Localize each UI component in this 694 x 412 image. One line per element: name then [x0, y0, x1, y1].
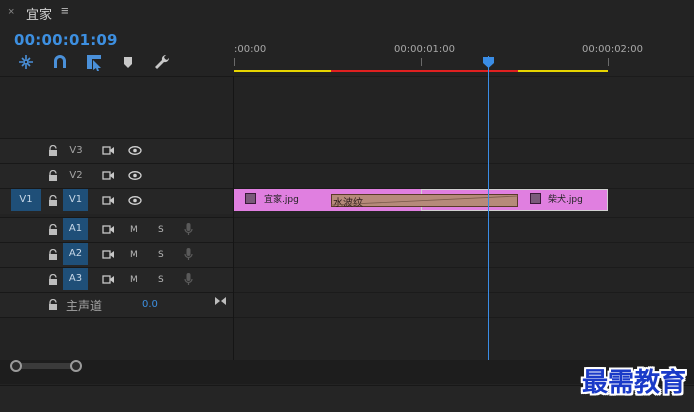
track-lane-master[interactable]: [234, 292, 694, 318]
lock-icon[interactable]: [48, 249, 58, 261]
watermark-logo: 最需教育: [581, 368, 686, 398]
solo-button[interactable]: S: [158, 225, 164, 235]
ruler-tick: [421, 58, 422, 66]
lock-icon[interactable]: [48, 224, 58, 236]
track-header-a2: [0, 242, 233, 268]
ruler-tick: [608, 58, 609, 66]
snap-magnet-icon[interactable]: [50, 52, 70, 72]
go-to-in-out-icon[interactable]: [214, 296, 227, 306]
zoom-handle-left[interactable]: [10, 360, 22, 372]
track-lane-v3[interactable]: [234, 138, 694, 164]
lock-icon[interactable]: [48, 195, 58, 207]
zoom-handle-right[interactable]: [70, 360, 82, 372]
track-lane-a1[interactable]: [234, 217, 694, 243]
track-header-filler: [0, 317, 233, 361]
track-target-v1[interactable]: V1: [63, 189, 88, 211]
microphone-icon[interactable]: [184, 222, 193, 236]
lock-icon[interactable]: [48, 274, 58, 286]
toggle-sync-lock-icon[interactable]: [102, 249, 115, 260]
fx-badge-icon: [530, 193, 541, 204]
track-name[interactable]: V2: [65, 170, 87, 181]
track-header-a1: [0, 217, 233, 243]
nest-sequence-icon[interactable]: [16, 52, 36, 72]
sequence-tab-title[interactable]: 宜家: [26, 4, 52, 23]
toggle-sync-lock-icon[interactable]: [102, 274, 115, 285]
track-target-a2[interactable]: A2: [63, 243, 88, 265]
master-volume-value[interactable]: 0.0: [142, 299, 158, 310]
mute-button[interactable]: M: [130, 250, 138, 260]
ruler-tick: [234, 58, 235, 66]
master-track-label: 主声道: [66, 299, 103, 313]
microphone-icon[interactable]: [184, 247, 193, 261]
add-marker-icon[interactable]: [118, 52, 138, 72]
track-target-a3[interactable]: A3: [63, 268, 88, 290]
track-header-a3: [0, 267, 233, 293]
solo-button[interactable]: S: [158, 250, 164, 260]
track-header-v2: [0, 163, 233, 189]
toggle-sync-lock-icon[interactable]: [102, 195, 115, 206]
zoom-scroll-track[interactable]: [14, 363, 76, 369]
eye-icon[interactable]: [128, 146, 142, 155]
toggle-sync-lock-icon[interactable]: [102, 145, 115, 156]
track-lane-a3[interactable]: [234, 267, 694, 293]
mute-button[interactable]: M: [130, 225, 138, 235]
track-header-spacer: [0, 76, 233, 139]
track-header-master: [0, 292, 233, 318]
transition-diagonal: [331, 195, 518, 206]
fx-badge-icon: [245, 193, 256, 204]
track-target-a1[interactable]: A1: [63, 218, 88, 240]
toggle-sync-lock-icon[interactable]: [102, 170, 115, 181]
panel-divider[interactable]: [233, 76, 234, 360]
playhead-handle-icon[interactable]: [482, 56, 495, 69]
solo-button[interactable]: S: [158, 275, 164, 285]
clip-name: 宜家.jpg: [264, 195, 299, 205]
clip-name: 柴犬.jpg: [548, 195, 583, 205]
ruler-label: 00:00:02:00: [582, 44, 644, 55]
track-lane-v2[interactable]: [234, 163, 694, 189]
linked-selection-icon[interactable]: [84, 52, 104, 72]
track-name[interactable]: V3: [65, 145, 87, 156]
playhead-line[interactable]: [488, 56, 489, 360]
lock-icon[interactable]: [48, 145, 58, 157]
panel-header: [0, 0, 694, 26]
track-lane-filler: [234, 317, 694, 361]
lock-icon[interactable]: [48, 299, 58, 311]
render-bar-yellow: [518, 70, 608, 72]
source-patch-v1[interactable]: V1: [11, 189, 41, 211]
microphone-icon[interactable]: [184, 272, 193, 286]
timeline-settings-wrench-icon[interactable]: [152, 52, 172, 72]
close-tab-icon[interactable]: ×: [8, 6, 14, 18]
track-lane-spacer: [234, 76, 694, 139]
panel-menu-icon[interactable]: ≡: [61, 3, 69, 18]
playhead-timecode[interactable]: 00:00:01:09: [14, 31, 118, 49]
track-header-v3: [0, 138, 233, 164]
lock-icon[interactable]: [48, 170, 58, 182]
ruler-label: 00:00:01:00: [394, 44, 456, 55]
render-bar-yellow: [234, 70, 331, 72]
mute-button[interactable]: M: [130, 275, 138, 285]
toggle-sync-lock-icon[interactable]: [102, 224, 115, 235]
render-bar-red: [331, 70, 518, 72]
eye-icon[interactable]: [128, 171, 142, 180]
eye-icon[interactable]: [128, 196, 142, 205]
track-lane-a2[interactable]: [234, 242, 694, 268]
ruler-label: :00:00: [234, 44, 267, 55]
